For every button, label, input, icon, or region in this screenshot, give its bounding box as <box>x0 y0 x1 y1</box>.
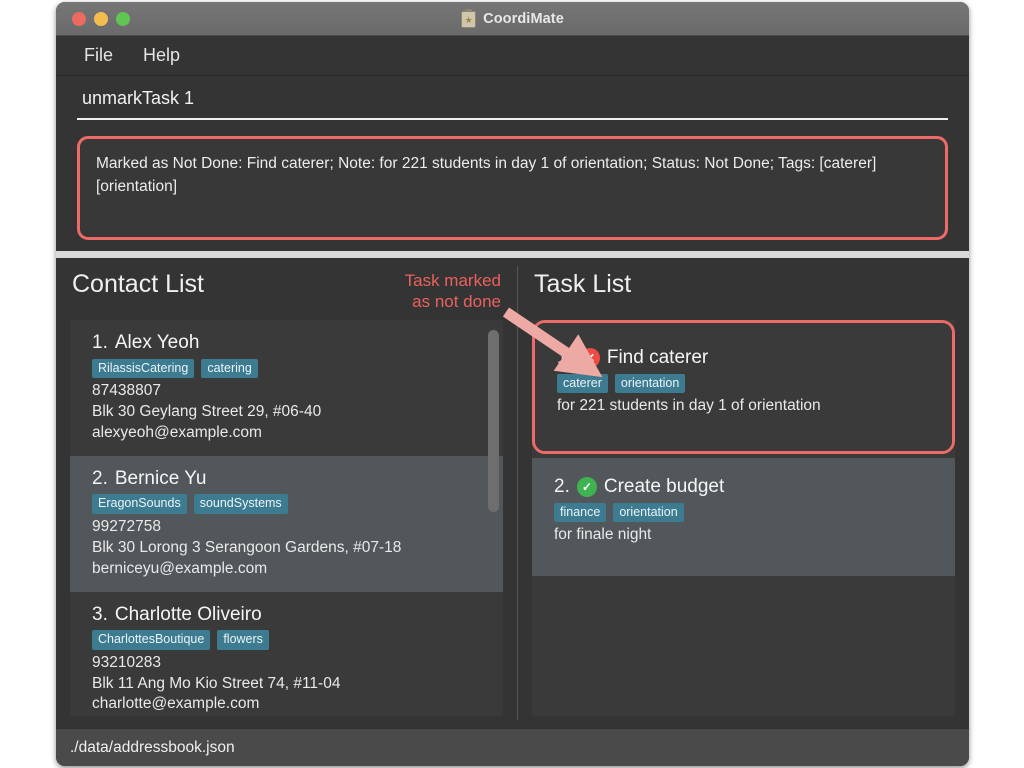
contact-tag: soundSystems <box>194 494 288 513</box>
command-input[interactable] <box>77 84 948 120</box>
task-name: Find caterer <box>607 345 708 371</box>
contact-card[interactable]: 3. Charlotte Oliveiro CharlottesBoutique… <box>70 592 503 716</box>
split-divider[interactable] <box>56 251 969 258</box>
menu-item-help[interactable]: Help <box>139 43 184 68</box>
contact-name: Alex Yeoh <box>115 330 200 356</box>
task-note: for 221 students in day 1 of orientation <box>557 396 936 417</box>
contact-email: alexyeoh@example.com <box>92 423 487 444</box>
result-display-box: Marked as Not Done: Find caterer; Note: … <box>77 136 948 240</box>
task-index: 1. <box>557 345 573 371</box>
status-bar: ./data/addressbook.json <box>56 728 969 766</box>
contact-index: 3. <box>92 602 108 628</box>
task-tag: orientation <box>615 374 685 393</box>
task-card[interactable]: 1. ✕ Find caterer caterer orientation fo… <box>535 323 952 451</box>
window-title: CoordiMate <box>483 11 564 27</box>
result-text: Marked as Not Done: Find caterer; Note: … <box>96 155 876 195</box>
task-note: for finale night <box>554 525 939 546</box>
contact-list[interactable]: 1. Alex Yeoh RilassisCatering catering 8… <box>70 320 503 716</box>
task-panel-header: Task List <box>532 270 955 320</box>
title-bar: CoordiMate <box>56 2 969 36</box>
contact-list-scrollbar-thumb[interactable] <box>488 330 499 512</box>
contact-tag: CharlottesBoutique <box>92 630 210 649</box>
task-list-title: Task List <box>532 270 955 299</box>
contact-address: Blk 30 Geylang Street 29, #06-40 <box>92 402 487 423</box>
app-window: CoordiMate File Help Marked as Not Done:… <box>56 2 969 766</box>
contact-index: 1. <box>92 330 108 356</box>
window-title-group: CoordiMate <box>56 2 969 36</box>
contact-list-scrollbar[interactable] <box>488 324 499 712</box>
contact-tag: RilassisCatering <box>92 359 194 378</box>
contact-address: Blk 30 Lorong 3 Serangoon Gardens, #07-1… <box>92 538 487 559</box>
contact-address: Blk 11 Ang Mo Kio Street 74, #11-04 <box>92 674 487 695</box>
task-index: 2. <box>554 474 570 500</box>
contact-phone: 99272758 <box>92 517 487 538</box>
save-location-path: ./data/addressbook.json <box>70 739 235 757</box>
contact-card[interactable]: 1. Alex Yeoh RilassisCatering catering 8… <box>70 320 503 456</box>
contact-email: berniceyu@example.com <box>92 559 487 580</box>
contact-tag-row: RilassisCatering catering <box>92 359 487 378</box>
contact-name: Bernice Yu <box>115 466 207 492</box>
task-headline: 1. ✕ Find caterer <box>557 345 936 371</box>
task-tag-row: caterer orientation <box>557 374 936 393</box>
annotation-label: Task marked as not done <box>405 270 501 313</box>
clipboard-star-icon <box>461 11 476 28</box>
red-x-circle-icon[interactable]: ✕ <box>580 348 600 368</box>
contact-panel-header: Contact List Task marked as not done <box>70 270 503 320</box>
task-name: Create budget <box>604 474 724 500</box>
contact-phone: 93210283 <box>92 653 487 674</box>
contact-tag-row: EragonSounds soundSystems <box>92 494 487 513</box>
menu-item-file[interactable]: File <box>80 43 117 68</box>
task-card[interactable]: 2. ✓ Create budget finance orientation f… <box>532 458 955 576</box>
task-tag: caterer <box>557 374 608 393</box>
main-panels: Contact List Task marked as not done 1. … <box>56 258 969 728</box>
contact-index: 2. <box>92 466 108 492</box>
task-tag: finance <box>554 503 606 522</box>
contact-name: Charlotte Oliveiro <box>115 602 262 628</box>
task-tag: orientation <box>613 503 683 522</box>
command-area <box>56 76 969 128</box>
contact-tag: catering <box>201 359 257 378</box>
task-tag-row: finance orientation <box>554 503 939 522</box>
menu-bar: File Help <box>56 36 969 76</box>
contact-tag: flowers <box>217 630 269 649</box>
task-card-highlight-box: 1. ✕ Find caterer caterer orientation fo… <box>532 320 955 454</box>
contact-headline: 2. Bernice Yu <box>92 466 487 492</box>
contact-headline: 1. Alex Yeoh <box>92 330 487 356</box>
contact-tag: EragonSounds <box>92 494 187 513</box>
green-check-circle-icon[interactable]: ✓ <box>577 477 597 497</box>
contact-phone: 87438807 <box>92 381 487 402</box>
task-list-panel: Task List 1. ✕ Find caterer caterer orie… <box>518 258 969 728</box>
contact-card[interactable]: 2. Bernice Yu EragonSounds soundSystems … <box>70 456 503 592</box>
contact-email: charlotte@example.com <box>92 694 487 715</box>
result-display-area: Marked as Not Done: Find caterer; Note: … <box>56 128 969 251</box>
task-headline: 2. ✓ Create budget <box>554 474 939 500</box>
task-list[interactable]: 1. ✕ Find caterer caterer orientation fo… <box>532 320 955 716</box>
contact-tag-row: CharlottesBoutique flowers <box>92 630 487 649</box>
contact-list-panel: Contact List Task marked as not done 1. … <box>56 258 517 728</box>
contact-headline: 3. Charlotte Oliveiro <box>92 602 487 628</box>
